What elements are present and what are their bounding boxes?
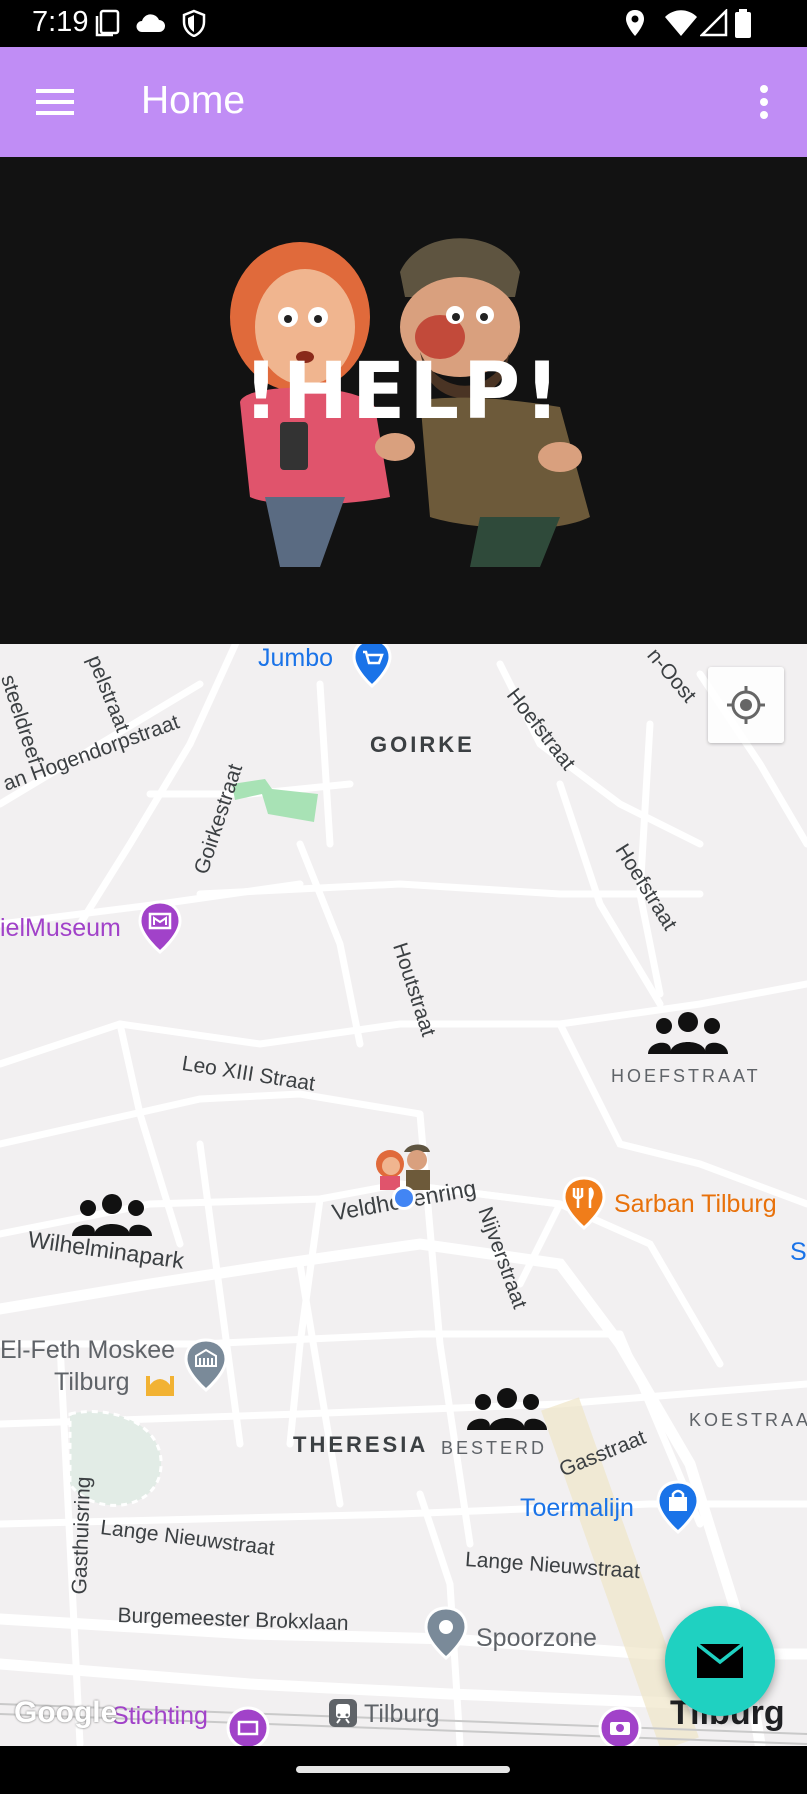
more-vert-icon — [760, 85, 768, 119]
my-location-icon — [727, 686, 765, 724]
shopping-cart-pin-icon[interactable] — [350, 644, 394, 690]
signal-icon — [700, 9, 728, 37]
museum-pin-icon[interactable] — [225, 1704, 271, 1746]
poi-label-museum[interactable]: ielMuseum — [0, 914, 121, 943]
poi-label-edge: Sl — [790, 1238, 807, 1266]
district-label: KOESTRAAT — [689, 1410, 807, 1430]
train-station-icon[interactable] — [328, 1698, 358, 1728]
current-location-dot-icon — [392, 1186, 416, 1210]
people-group-icon[interactable] — [467, 1384, 547, 1434]
map-view[interactable]: GOIRKE HOEFSTRAAT THERESIA BESTERD KOEST… — [0, 644, 807, 1746]
mail-icon — [695, 1642, 745, 1678]
overflow-menu-button[interactable] — [740, 77, 790, 127]
wifi-icon — [665, 10, 697, 36]
system-nav-bar — [0, 1746, 807, 1794]
people-group-icon[interactable] — [648, 1008, 728, 1058]
my-location-button[interactable] — [708, 667, 784, 743]
camera-pin-icon[interactable] — [597, 1704, 643, 1746]
district-label: THERESIA — [293, 1432, 429, 1457]
poi-label-shop[interactable]: Toermalijn — [520, 1494, 634, 1523]
poi-label-mosque-city[interactable]: Tilburg — [54, 1368, 130, 1397]
poi-label-mosque[interactable]: El-Feth Moskee — [0, 1336, 175, 1365]
mosque-icon — [146, 1376, 174, 1396]
battery-icon — [735, 9, 751, 38]
district-label: GOIRKE — [370, 732, 475, 757]
help-banner: !HELP! — [0, 157, 807, 644]
landmark-pin-icon[interactable] — [422, 1606, 470, 1662]
location-icon — [626, 10, 644, 36]
place-of-worship-pin-icon[interactable] — [182, 1338, 230, 1394]
street-label: Gasthuisring — [68, 1476, 96, 1595]
menu-button[interactable] — [30, 77, 80, 127]
museum-pin-icon[interactable] — [136, 900, 184, 956]
poi-label-spoorzone[interactable]: Spoorzone — [476, 1624, 597, 1653]
restaurant-pin-icon[interactable] — [560, 1176, 608, 1232]
help-title: !HELP! — [243, 347, 564, 437]
shopping-bag-pin-icon[interactable] — [654, 1480, 702, 1536]
shield-icon — [182, 9, 206, 37]
poi-label-stichting[interactable]: Stichting — [112, 1702, 208, 1731]
poi-label-station[interactable]: Tilburg — [364, 1700, 440, 1729]
screenshot-icon — [95, 9, 120, 37]
home-gesture-handle[interactable] — [296, 1766, 510, 1773]
send-message-fab[interactable] — [665, 1606, 775, 1716]
google-logo: Google — [14, 1696, 118, 1729]
cloud-icon — [136, 14, 165, 32]
hamburger-menu-icon — [36, 89, 74, 115]
district-label: HOEFSTRAAT — [611, 1066, 761, 1086]
status-time: 7:19 — [32, 6, 89, 38]
app-bar: Home — [0, 47, 807, 157]
page-title: Home — [141, 79, 246, 122]
poi-label-jumbo[interactable]: Jumbo — [258, 644, 333, 673]
status-bar: 7:19 — [0, 0, 807, 47]
district-label: BESTERD — [441, 1438, 548, 1458]
people-group-icon[interactable] — [72, 1190, 152, 1240]
poi-label-restaurant[interactable]: Sarban Tilburg — [614, 1190, 777, 1219]
